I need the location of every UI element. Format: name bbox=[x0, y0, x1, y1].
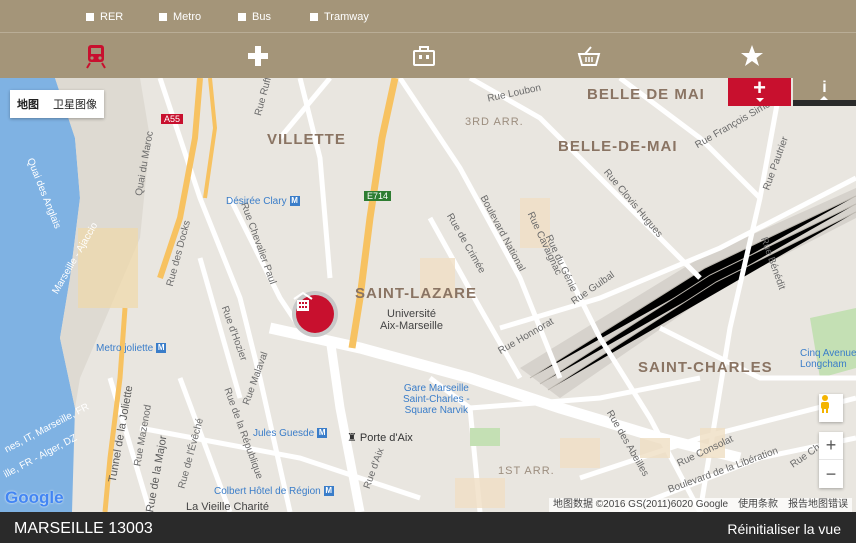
footer-bar: MARSEILLE 13003 Réinitialiser la vue bbox=[0, 512, 856, 543]
map-data-credit: 地图数据 ©2016 GS(2011)6020 Google bbox=[553, 499, 729, 510]
category-services[interactable] bbox=[411, 43, 437, 69]
district-1st-arr: 1ST ARR. bbox=[498, 465, 555, 477]
zoom-control: + − bbox=[819, 432, 843, 488]
category-bar bbox=[0, 32, 856, 79]
road-shield-e714: E714 bbox=[364, 191, 392, 201]
map-type-control: 地图 卫星图像 bbox=[10, 90, 104, 118]
checkbox-icon[interactable] bbox=[238, 13, 246, 21]
train-icon bbox=[86, 45, 106, 69]
zoom-out-button[interactable]: − bbox=[819, 460, 843, 488]
google-logo[interactable]: Google bbox=[5, 488, 64, 508]
basket-icon bbox=[577, 46, 601, 66]
zoom-in-button[interactable]: + bbox=[819, 432, 843, 460]
poi-porte-aix[interactable]: ♜ Porte d'Aix bbox=[347, 431, 413, 444]
district-belle-de-mai: BELLE-DE-MAI bbox=[558, 138, 678, 155]
checkbox-icon[interactable] bbox=[310, 13, 318, 21]
district-villette: VILLETTE bbox=[267, 131, 346, 148]
map-view[interactable]: VILLETTE BELLE DE MAI BELLE-DE-MAI SAINT… bbox=[0, 78, 856, 512]
briefcase-icon bbox=[413, 46, 435, 66]
category-health[interactable] bbox=[245, 43, 271, 69]
legend-rer[interactable]: RER bbox=[86, 11, 123, 23]
checkbox-icon[interactable] bbox=[86, 13, 94, 21]
poi-cinq-avenues[interactable]: Cinq Avenues Longcham bbox=[800, 348, 856, 370]
reset-view-button[interactable]: Réinitialiser la vue bbox=[727, 521, 841, 537]
district-3rd-arr: 3RD ARR. bbox=[465, 116, 524, 128]
location-marker[interactable] bbox=[292, 291, 338, 337]
building-icon bbox=[293, 291, 313, 311]
monument-icon: ♜ bbox=[347, 432, 360, 444]
district-saint-charles: SAINT-CHARLES bbox=[638, 359, 773, 376]
road-shield-a55: A55 bbox=[161, 114, 184, 124]
poi-desiree-clary[interactable]: Désirée Clary M bbox=[226, 196, 300, 207]
legend-metro[interactable]: Metro bbox=[159, 11, 201, 23]
info-button[interactable]: i bbox=[793, 78, 856, 106]
category-shopping[interactable] bbox=[576, 43, 602, 69]
location-title: MARSEILLE 13003 bbox=[14, 520, 153, 537]
street-view-button[interactable] bbox=[819, 394, 843, 422]
caret-up-icon bbox=[820, 96, 828, 100]
map-attribution: 地图数据 ©2016 GS(2011)6020 Google 使用条款 报告地图… bbox=[549, 498, 853, 512]
checkbox-icon[interactable] bbox=[159, 13, 167, 21]
expand-panel-button[interactable]: + bbox=[728, 78, 791, 106]
pegman-icon bbox=[821, 395, 829, 413]
info-tab-strip bbox=[793, 100, 856, 106]
poi-universite[interactable]: Université Aix-Marseille bbox=[380, 308, 443, 332]
metro-icon: M bbox=[317, 428, 328, 439]
poi-vieille-charite[interactable]: La Vieille Charité bbox=[186, 501, 269, 512]
poi-metro-joliette[interactable]: Metro joliette M bbox=[96, 343, 167, 354]
legend-tramway[interactable]: Tramway bbox=[310, 11, 369, 23]
metro-icon: M bbox=[289, 196, 300, 207]
cross-icon bbox=[248, 46, 268, 66]
poi-colbert[interactable]: Colbert Hôtel de Région M bbox=[214, 486, 334, 497]
poi-gare-saint-charles[interactable]: Gare Marseille Saint-Charles - Square Na… bbox=[403, 383, 470, 416]
district-saint-lazare: SAINT-LAZARE bbox=[355, 285, 477, 302]
district-belle-de-mai-caps: BELLE DE MAI bbox=[587, 86, 705, 103]
star-icon bbox=[741, 45, 763, 66]
legend-bus[interactable]: Bus bbox=[238, 11, 271, 23]
poi-jules-guesde[interactable]: Jules Guesde M bbox=[253, 428, 328, 439]
metro-icon: M bbox=[323, 486, 334, 497]
terms-link[interactable]: 使用条款 bbox=[738, 498, 778, 512]
transport-legend-bar: RER Metro Bus Tramway bbox=[0, 0, 856, 32]
metro-icon: M bbox=[156, 343, 167, 354]
map-type-satellite-button[interactable]: 卫星图像 bbox=[46, 90, 104, 118]
category-leisure[interactable] bbox=[739, 43, 765, 69]
category-transport[interactable] bbox=[83, 43, 109, 69]
map-type-map-button[interactable]: 地图 bbox=[10, 90, 46, 118]
caret-down-icon bbox=[756, 98, 764, 102]
report-error-link[interactable]: 报告地图错误 bbox=[788, 498, 848, 512]
